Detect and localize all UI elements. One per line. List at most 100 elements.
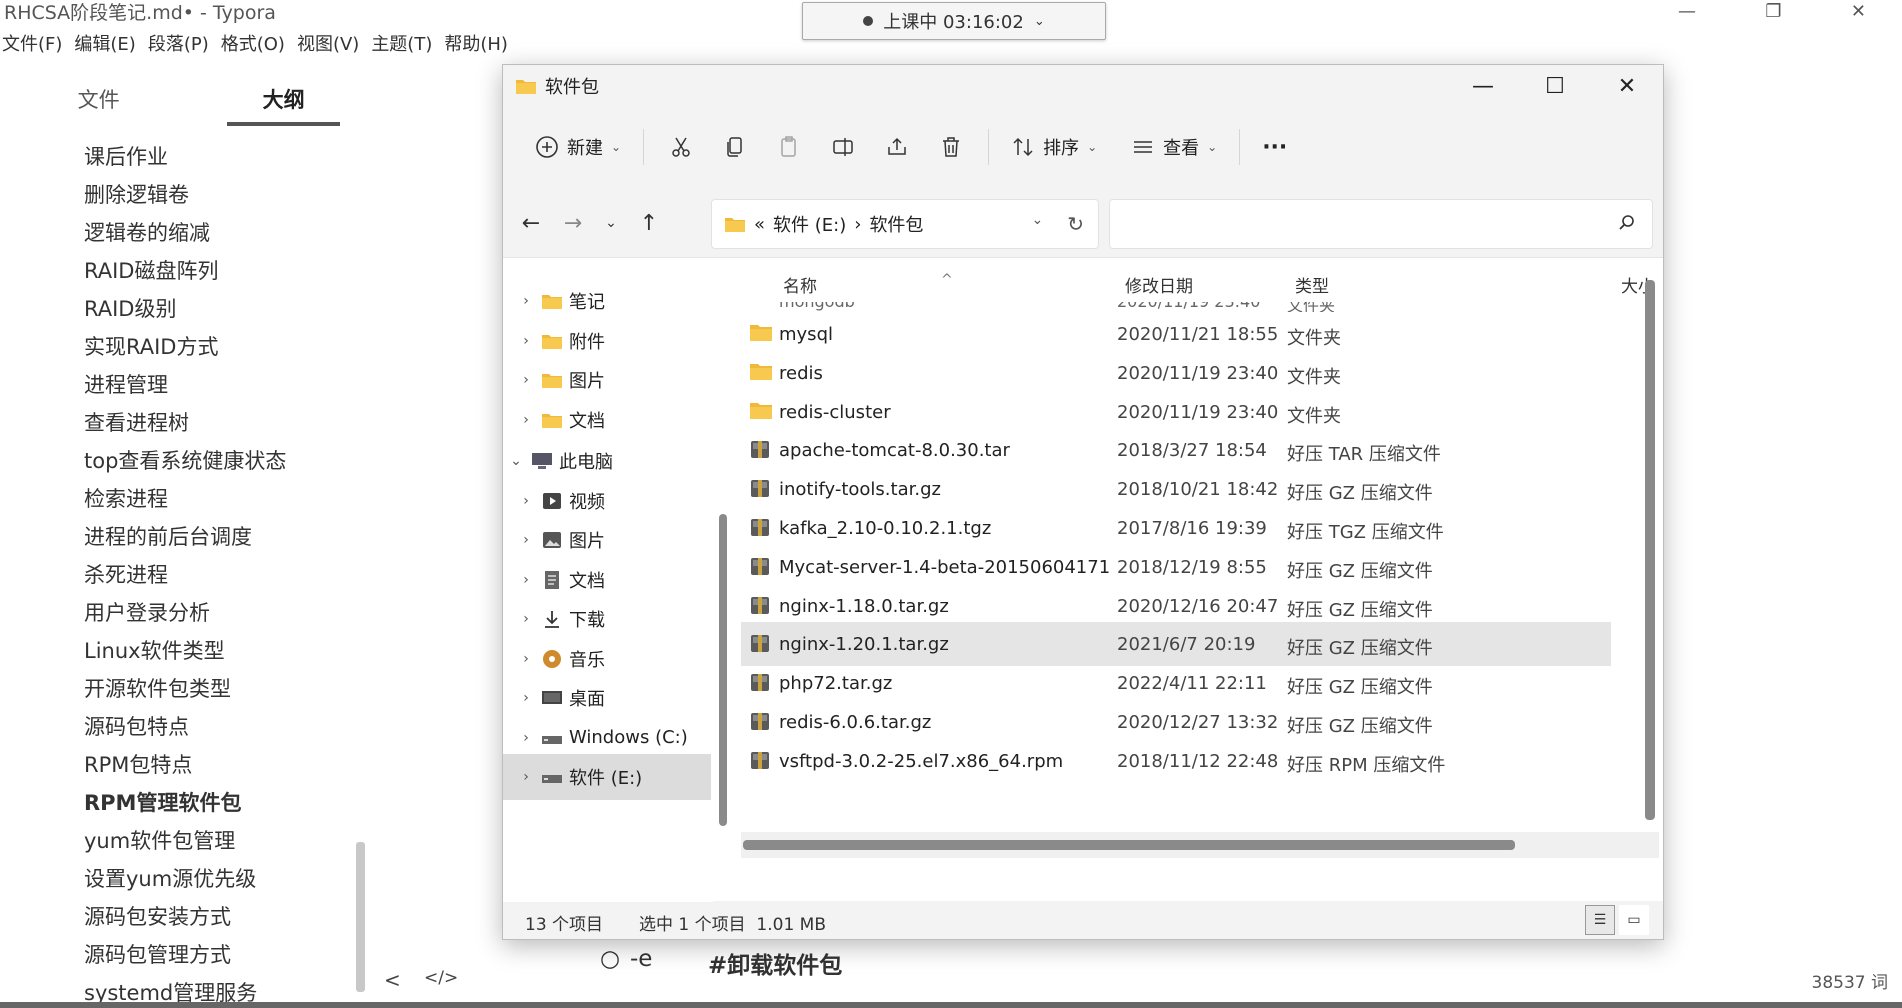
file-row[interactable]: redis-6.0.6.tar.gz 2020/12/27 13:32 好压 GZ … xyxy=(741,700,1611,744)
file-row[interactable]: inotify-tools.tar.gz 2018/10/21 18:42 好压 G… xyxy=(741,467,1611,511)
outline-item[interactable]: 删除逻辑卷 xyxy=(84,176,364,214)
menu-item[interactable]: 段落(P) xyxy=(146,30,219,60)
outline-item[interactable]: 进程的前后台调度 xyxy=(84,518,364,556)
file-row[interactable]: kafka_2.10-0.10.2.1.tgz 2017/8/16 19:39 好压… xyxy=(741,506,1611,550)
file-row[interactable]: php72.tar.gz 2022/4/11 22:11 好压 GZ 压缩文件 xyxy=(741,661,1611,705)
outline-item[interactable]: 源码包管理方式 xyxy=(84,936,364,974)
outline-item[interactable]: top查看系统健康状态 xyxy=(84,442,364,480)
close-icon[interactable]: ✕ xyxy=(1591,65,1663,107)
chevron-right-icon[interactable]: › xyxy=(513,690,539,706)
outline-item[interactable]: 查看进程树 xyxy=(84,404,364,442)
delete-button[interactable] xyxy=(924,125,978,169)
back-button[interactable]: ← xyxy=(513,205,549,241)
chevron-right-icon[interactable]: › xyxy=(513,532,539,548)
arrow-left-icon: ← xyxy=(521,210,541,236)
vertical-scrollbar[interactable] xyxy=(1645,280,1655,820)
chevron-right-icon[interactable]: › xyxy=(513,611,539,627)
collapse-sidebar-button[interactable]: < xyxy=(384,968,401,992)
details-view-button[interactable]: ☰ xyxy=(1585,905,1615,935)
outline-item[interactable]: Linux软件类型 xyxy=(84,632,364,670)
menu-item[interactable]: 主题(T) xyxy=(369,30,442,60)
maximize-icon[interactable]: ☐ xyxy=(1519,65,1591,107)
minimize-icon[interactable]: — xyxy=(1447,65,1519,107)
file-row[interactable]: nginx-1.20.1.tar.gz 2021/6/7 20:19 好压 GZ 压… xyxy=(741,622,1611,667)
up-button[interactable]: ↑ xyxy=(631,205,667,241)
nav-item[interactable]: › 文档 xyxy=(503,397,711,443)
minimize-icon[interactable]: — xyxy=(1678,0,1696,26)
tab-files[interactable]: 文件 xyxy=(40,80,157,126)
restore-icon[interactable]: ❐ xyxy=(1765,0,1781,26)
chevron-right-icon[interactable]: › xyxy=(513,333,539,349)
menu-item[interactable]: 编辑(E) xyxy=(72,30,145,60)
outline-item[interactable]: 用户登录分析 xyxy=(84,594,364,632)
outline-item[interactable]: 实现RAID方式 xyxy=(84,328,364,366)
outline-item[interactable]: 检索进程 xyxy=(84,480,364,518)
outline-item[interactable]: 进程管理 xyxy=(84,366,364,404)
share-button[interactable] xyxy=(870,125,924,169)
tab-outline[interactable]: 大纲 xyxy=(227,80,340,126)
horizontal-scrollbar[interactable] xyxy=(743,840,1515,850)
column-type[interactable]: 类型 xyxy=(1295,272,1329,297)
menu-item[interactable]: 视图(V) xyxy=(295,30,369,60)
source-code-button[interactable]: </> xyxy=(424,968,458,988)
more-options-button[interactable]: ··· xyxy=(1250,125,1299,169)
breadcrumb-drive[interactable]: 软件 (E:) xyxy=(773,211,846,237)
file-row[interactable]: nginx-1.18.0.tar.gz 2020/12/16 20:47 好压 GZ… xyxy=(741,584,1611,628)
outline-item[interactable]: RPM包特点 xyxy=(84,746,364,784)
outline-item[interactable]: 课后作业 xyxy=(84,138,364,176)
view-button[interactable]: 查看 ⌄ xyxy=(1119,125,1229,169)
breadcrumb-overflow[interactable]: « xyxy=(754,214,765,235)
address-bar[interactable]: « 软件 (E:) › 软件包 ⌄ ↻ xyxy=(711,199,1099,249)
chevron-right-icon[interactable]: › xyxy=(513,412,539,428)
recording-indicator[interactable]: 上课中 03:16:02 ⌄ xyxy=(802,2,1106,40)
chevron-right-icon[interactable]: › xyxy=(513,730,539,746)
file-row[interactable]: Mycat-server-1.4-beta-20150604171601-li.… xyxy=(741,545,1611,589)
chevron-down-icon[interactable]: ⌄ xyxy=(1032,212,1044,236)
rename-button[interactable] xyxy=(816,125,870,169)
paste-button[interactable] xyxy=(762,125,816,169)
file-row[interactable]: mysql 2020/11/21 18:55 文件夹 xyxy=(741,312,1611,356)
outline-item[interactable]: RPM管理软件包 xyxy=(84,784,364,822)
outline-item[interactable]: 源码包特点 xyxy=(84,708,364,746)
breadcrumb-folder[interactable]: 软件包 xyxy=(869,211,923,237)
close-icon[interactable]: ✕ xyxy=(1851,0,1866,26)
column-date[interactable]: 修改日期 xyxy=(1125,272,1193,297)
chevron-right-icon[interactable]: › xyxy=(513,769,539,785)
copy-button[interactable] xyxy=(708,125,762,169)
menu-item[interactable]: 格式(O) xyxy=(219,30,295,60)
chevron-right-icon[interactable]: › xyxy=(513,293,539,309)
file-row[interactable]: apache-tomcat-8.0.30.tar 2018/3/27 18:54 好… xyxy=(741,428,1611,472)
refresh-icon[interactable]: ↻ xyxy=(1067,212,1084,236)
tiles-view-button[interactable]: ▭ xyxy=(1619,905,1649,935)
forward-button[interactable]: → xyxy=(555,205,591,241)
navigation-pane-scrollbar[interactable] xyxy=(719,514,727,826)
chevron-right-icon[interactable]: › xyxy=(513,493,539,509)
menu-item[interactable]: 文件(F) xyxy=(0,30,72,60)
chevron-right-icon[interactable]: › xyxy=(513,372,539,388)
outline-item[interactable]: 设置yum源优先级 xyxy=(84,860,364,898)
search-input[interactable] xyxy=(1109,199,1653,249)
menu-item[interactable]: 帮助(H) xyxy=(442,30,518,60)
outline-item[interactable]: RAID级别 xyxy=(84,290,364,328)
cut-button[interactable] xyxy=(654,125,708,169)
outline-item[interactable]: RAID磁盘阵列 xyxy=(84,252,364,290)
outline-item[interactable]: 逻辑卷的缩减 xyxy=(84,214,364,252)
chevron-right-icon[interactable]: › xyxy=(513,572,539,588)
outline-item[interactable]: 开源软件包类型 xyxy=(84,670,364,708)
outline-scrollbar[interactable] xyxy=(356,842,365,992)
chevron-down-icon[interactable]: ⌄ xyxy=(503,453,529,469)
outline-item[interactable]: 杀死进程 xyxy=(84,556,364,594)
file-row[interactable]: vsftpd-3.0.2-25.el7.x86_64.rpm 2018/11/12… xyxy=(741,739,1611,783)
file-row[interactable]: redis-cluster 2020/11/19 23:40 文件夹 xyxy=(741,390,1611,434)
recent-locations-button[interactable]: ⌄ xyxy=(593,205,629,241)
new-button[interactable]: 新建 ⌄ xyxy=(523,125,633,169)
file-row[interactable]: redis 2020/11/19 23:40 文件夹 xyxy=(741,351,1611,395)
outline-item[interactable]: yum软件包管理 xyxy=(84,822,364,860)
sort-button[interactable]: 排序 ⌄ xyxy=(999,125,1109,169)
word-count[interactable]: 38537 词 xyxy=(1812,968,1888,993)
column-name[interactable]: 名称 xyxy=(783,272,817,297)
folder-icon xyxy=(539,330,565,352)
outline-item[interactable]: 源码包安装方式 xyxy=(84,898,364,936)
nav-item[interactable]: › 软件 (E:) xyxy=(503,754,711,800)
chevron-right-icon[interactable]: › xyxy=(513,651,539,667)
